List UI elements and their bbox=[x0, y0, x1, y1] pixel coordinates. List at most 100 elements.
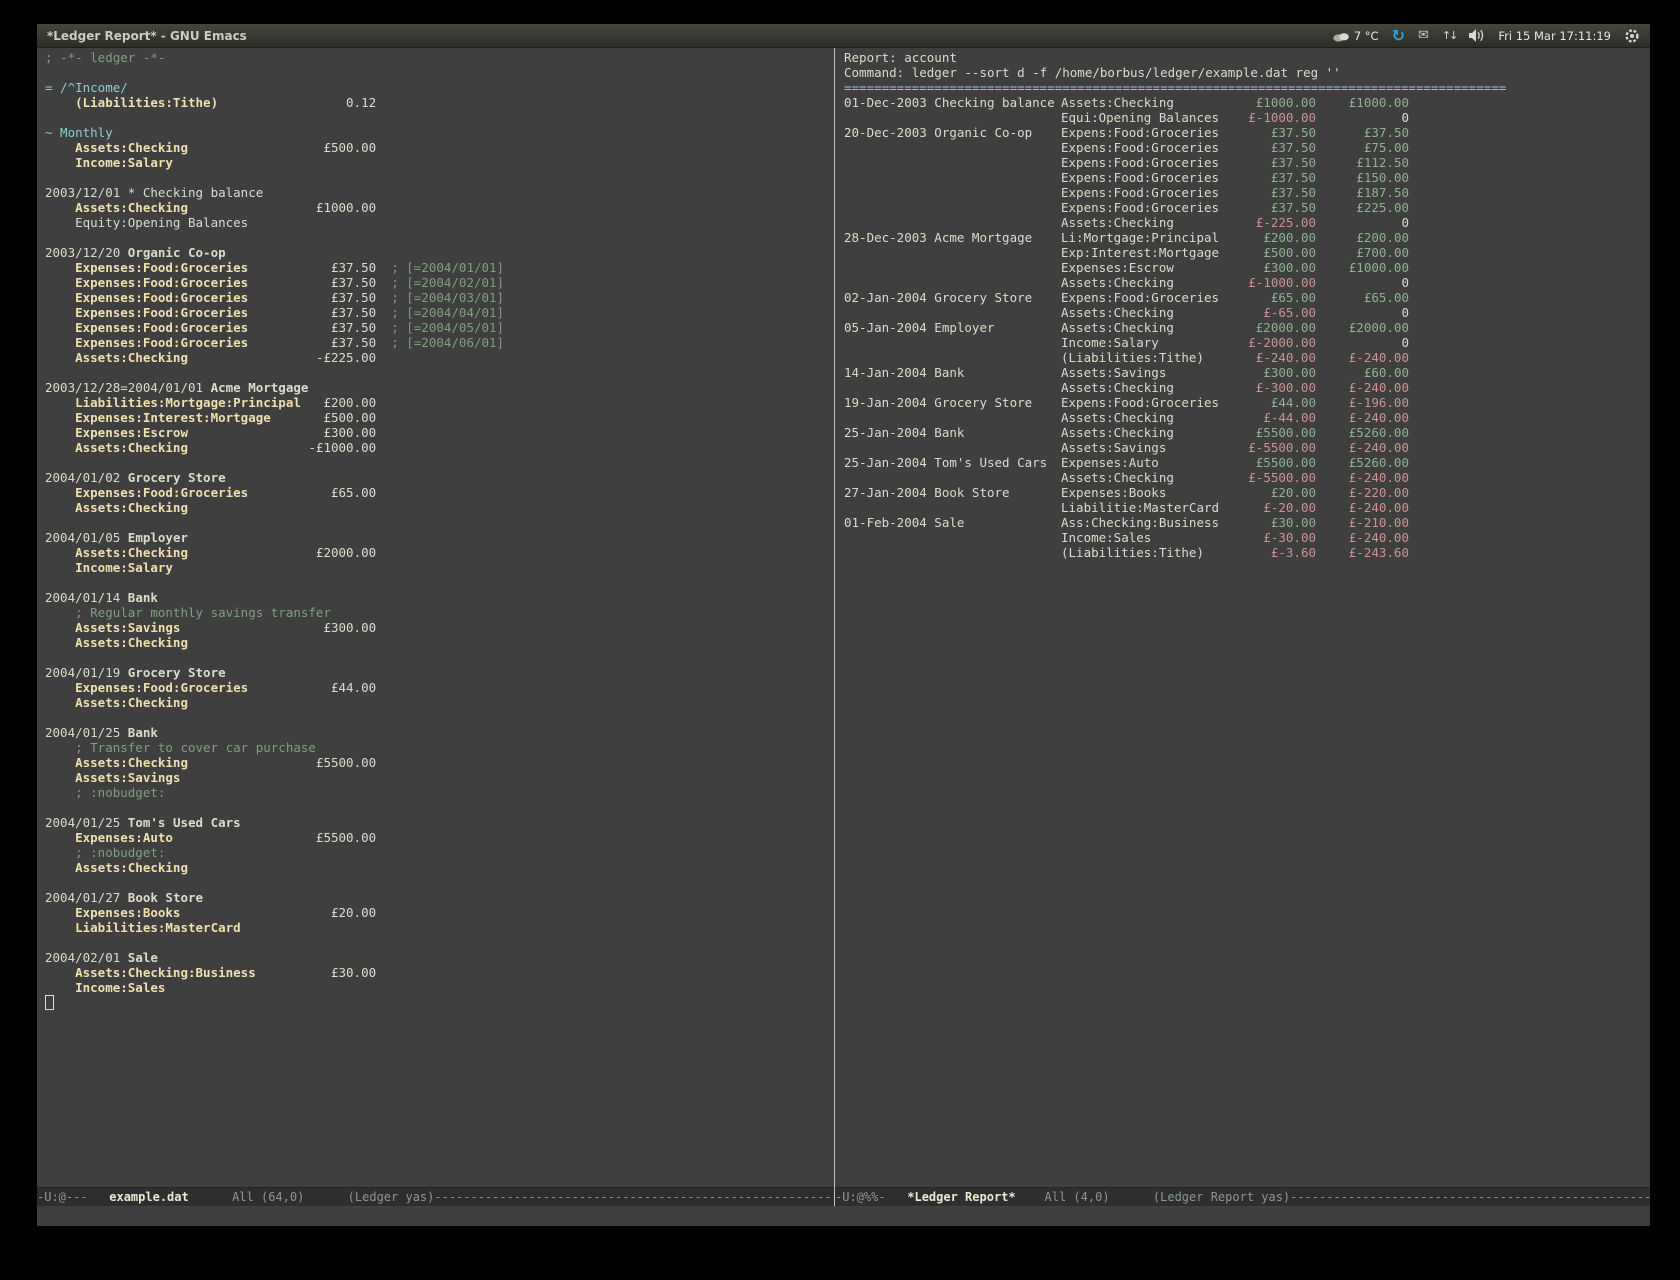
register-row[interactable]: 28-Dec-2003 Acme MortgageLi:Mortgage:Pri… bbox=[844, 230, 1650, 245]
ledger-line: Assets:Checking -£225.00 bbox=[45, 350, 834, 365]
register-total: £225.00 bbox=[1269, 200, 1409, 215]
ledger-line bbox=[45, 515, 834, 530]
ledger-line bbox=[45, 650, 834, 665]
register-row[interactable]: Income:Sales£-30.00£-240.00 bbox=[844, 530, 1650, 545]
register-row[interactable]: Assets:Checking£-300.00£-240.00 bbox=[844, 380, 1650, 395]
register-account: Assets:Savings bbox=[1061, 440, 1166, 455]
modeline-example-dat[interactable]: -U:@--- example.dat All (64,0) (Ledger y… bbox=[37, 1187, 834, 1206]
ledger-line: Assets:Savings bbox=[45, 770, 834, 785]
mail-icon[interactable]: ✉ bbox=[1418, 29, 1429, 42]
report-separator: ========================================… bbox=[844, 80, 1650, 95]
ledger-line: Assets:Checking -£1000.00 bbox=[45, 440, 834, 455]
weather-indicator[interactable]: 7 °C bbox=[1332, 29, 1379, 43]
echo-area[interactable] bbox=[37, 1206, 1650, 1226]
register-account: Assets:Checking bbox=[1061, 470, 1174, 485]
register-total: £-243.60 bbox=[1269, 545, 1409, 560]
register-total: 0 bbox=[1269, 335, 1409, 350]
register-row[interactable]: Expens:Food:Groceries£37.50£187.50 bbox=[844, 185, 1650, 200]
ledger-line: ; Regular monthly savings transfer bbox=[45, 605, 834, 620]
register-row[interactable]: Assets:Checking£-225.000 bbox=[844, 215, 1650, 230]
report-title-line: Report: account bbox=[844, 50, 1650, 65]
register-row[interactable]: 19-Jan-2004 Grocery StoreExpens:Food:Gro… bbox=[844, 395, 1650, 410]
register-date-payee: 25-Jan-2004 Bank bbox=[844, 425, 964, 440]
text-cursor bbox=[45, 995, 54, 1010]
register-account: Assets:Checking bbox=[1061, 380, 1174, 395]
register-row[interactable]: 01-Feb-2004 SaleAss:Checking:Business£30… bbox=[844, 515, 1650, 530]
register-total: 0 bbox=[1269, 305, 1409, 320]
register-row[interactable]: 01-Dec-2003 Checking balanceAssets:Check… bbox=[844, 95, 1650, 110]
refresh-icon[interactable]: ↻ bbox=[1392, 28, 1405, 44]
register-row[interactable]: 02-Jan-2004 Grocery StoreExpens:Food:Gro… bbox=[844, 290, 1650, 305]
register-date-payee: 19-Jan-2004 Grocery Store bbox=[844, 395, 1032, 410]
register-row[interactable]: Expenses:Escrow£300.00£1000.00 bbox=[844, 260, 1650, 275]
register-row[interactable]: Expens:Food:Groceries£37.50£75.00 bbox=[844, 140, 1650, 155]
register-total: 0 bbox=[1269, 275, 1409, 290]
register-row[interactable]: Exp:Interest:Mortgage£500.00£700.00 bbox=[844, 245, 1650, 260]
ledger-line: Expenses:Food:Groceries £65.00 bbox=[45, 485, 834, 500]
ledger-line: = /^Income/ bbox=[45, 80, 834, 95]
clock-label[interactable]: Fri 15 Mar 17:11:19 bbox=[1498, 29, 1611, 43]
window-titlebar[interactable]: *Ledger Report* - GNU Emacs 7 °C ↻ ✉ ↑↓ … bbox=[37, 24, 1650, 48]
register-row[interactable]: Expens:Food:Groceries£37.50£112.50 bbox=[844, 155, 1650, 170]
ledger-line: 2004/01/19 Grocery Store bbox=[45, 665, 834, 680]
register-account: Assets:Savings bbox=[1061, 365, 1166, 380]
ledger-line: Expenses:Interest:Mortgage £500.00 bbox=[45, 410, 834, 425]
register-total: £700.00 bbox=[1269, 245, 1409, 260]
ledger-report-buffer[interactable]: Report: account Command: ledger --sort d… bbox=[835, 48, 1650, 1187]
modeline-ledger-report[interactable]: -U:@%%- *Ledger Report* All (4,0) (Ledge… bbox=[835, 1187, 1650, 1206]
register-row[interactable]: Assets:Checking£-44.00£-240.00 bbox=[844, 410, 1650, 425]
ledger-line: Liabilities:MasterCard bbox=[45, 920, 834, 935]
register-row[interactable]: Liabilitie:MasterCard£-20.00£-240.00 bbox=[844, 500, 1650, 515]
register-total: £75.00 bbox=[1269, 140, 1409, 155]
ledger-line: Income:Salary bbox=[45, 560, 834, 575]
register-row[interactable]: 14-Jan-2004 BankAssets:Savings£300.00£60… bbox=[844, 365, 1650, 380]
ledger-line: Assets:Checking bbox=[45, 635, 834, 650]
ledger-line bbox=[45, 65, 834, 80]
register-date-payee: 01-Feb-2004 Sale bbox=[844, 515, 964, 530]
register-row[interactable]: 27-Jan-2004 Book StoreExpenses:Books£20.… bbox=[844, 485, 1650, 500]
register-account: Assets:Checking bbox=[1061, 305, 1174, 320]
ledger-line: Expenses:Escrow £300.00 bbox=[45, 425, 834, 440]
window-example-dat: ; -*- ledger -*-= /^Income/ (Liabilities… bbox=[37, 48, 834, 1206]
emacs-frame: ; -*- ledger -*-= /^Income/ (Liabilities… bbox=[37, 48, 1650, 1226]
register-row[interactable]: 20-Dec-2003 Organic Co-opExpens:Food:Gro… bbox=[844, 125, 1650, 140]
ledger-line: (Liabilities:Tithe) 0.12 bbox=[45, 95, 834, 110]
register-row[interactable]: Expens:Food:Groceries£37.50£150.00 bbox=[844, 170, 1650, 185]
network-arrows-icon[interactable]: ↑↓ bbox=[1442, 30, 1456, 41]
register-row[interactable]: 05-Jan-2004 EmployerAssets:Checking£2000… bbox=[844, 320, 1650, 335]
ledger-line bbox=[45, 935, 834, 950]
ledger-line: Equity:Opening Balances bbox=[45, 215, 834, 230]
register-row[interactable]: Assets:Savings£-5500.00£-240.00 bbox=[844, 440, 1650, 455]
volume-icon[interactable] bbox=[1469, 29, 1485, 42]
power-gear-icon[interactable] bbox=[1624, 28, 1640, 44]
register-date-payee: 27-Jan-2004 Book Store bbox=[844, 485, 1010, 500]
register-row[interactable]: (Liabilities:Tithe)£-240.00£-240.00 bbox=[844, 350, 1650, 365]
register-row[interactable]: Assets:Checking£-1000.000 bbox=[844, 275, 1650, 290]
weather-cloud-icon bbox=[1332, 30, 1350, 42]
ledger-file-buffer[interactable]: ; -*- ledger -*-= /^Income/ (Liabilities… bbox=[37, 48, 834, 1187]
ledger-line: 2004/01/05 Employer bbox=[45, 530, 834, 545]
register-row[interactable]: 25-Jan-2004 BankAssets:Checking£5500.00£… bbox=[844, 425, 1650, 440]
ledger-line: Expenses:Books £20.00 bbox=[45, 905, 834, 920]
register-row[interactable]: Expens:Food:Groceries£37.50£225.00 bbox=[844, 200, 1650, 215]
register-account: Expenses:Escrow bbox=[1061, 260, 1174, 275]
register-row[interactable]: 25-Jan-2004 Tom's Used CarsExpenses:Auto… bbox=[844, 455, 1650, 470]
ledger-line: Expenses:Food:Groceries £37.50 ; [=2004/… bbox=[45, 320, 834, 335]
ledger-line: 2003/12/01 * Checking balance bbox=[45, 185, 834, 200]
register-row[interactable]: Equi:Opening Balances£-1000.000 bbox=[844, 110, 1650, 125]
register-total: £37.50 bbox=[1269, 125, 1409, 140]
register-total: £5260.00 bbox=[1269, 455, 1409, 470]
register-row[interactable]: (Liabilities:Tithe)£-3.60£-243.60 bbox=[844, 545, 1650, 560]
register-total: £-220.00 bbox=[1269, 485, 1409, 500]
window-title: *Ledger Report* - GNU Emacs bbox=[37, 29, 247, 43]
register-row[interactable]: Income:Salary£-2000.000 bbox=[844, 335, 1650, 350]
register-date-payee: 05-Jan-2004 Employer bbox=[844, 320, 995, 335]
ledger-line: 2003/12/28=2004/01/01 Acme Mortgage bbox=[45, 380, 834, 395]
ledger-line: 2004/01/25 Bank bbox=[45, 725, 834, 740]
register-row[interactable]: Assets:Checking£-5500.00£-240.00 bbox=[844, 470, 1650, 485]
register-account: Assets:Checking bbox=[1061, 95, 1174, 110]
register-row[interactable]: Assets:Checking£-65.000 bbox=[844, 305, 1650, 320]
ledger-line: Assets:Checking £1000.00 bbox=[45, 200, 834, 215]
register-account: Assets:Checking bbox=[1061, 215, 1174, 230]
register-total: £112.50 bbox=[1269, 155, 1409, 170]
